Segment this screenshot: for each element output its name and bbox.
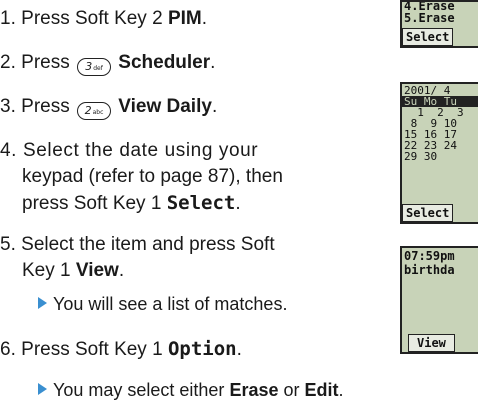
step-2: 2. Press 3def Scheduler. <box>0 50 215 76</box>
key-letters: def <box>93 65 103 72</box>
step-6: 6. Press Soft Key 1 Option. <box>0 336 242 363</box>
step-4-line-3: press Soft Key 1 Select. <box>22 190 241 217</box>
step-6-note: You may select either Erase or Edit. <box>38 378 344 402</box>
step-4-line-2: keypad (refer to page 87), then <box>22 166 283 187</box>
step-text: Key 1 <box>22 260 76 281</box>
softkey-select: Select <box>402 28 454 46</box>
phone-screen-menu: 4.Erase 5.Erase Select <box>400 0 478 48</box>
step-punct: . <box>235 193 241 214</box>
phone-screen-calendar: 2001/ 4 Su Mo Tu 1 2 3 8 9 10 15 16 17 2… <box>400 82 478 224</box>
step-text: press Soft Key 1 <box>22 193 167 214</box>
step-keyword: Option <box>167 338 237 360</box>
step-text: Press <box>21 52 75 73</box>
step-punct: . <box>211 96 218 117</box>
step-number: 1. <box>0 8 16 29</box>
bullet-arrow-icon <box>38 383 47 395</box>
step-number: 2. <box>0 52 16 73</box>
step-text: Press Soft Key 1 <box>21 339 168 360</box>
note-text: or <box>278 380 305 400</box>
key-2-icon: 2abc <box>77 102 111 120</box>
note-keyword: Erase <box>229 380 279 400</box>
step-5: 5. Select the item and press Soft <box>0 232 275 258</box>
key-digit: 2 <box>84 104 92 117</box>
softkey-bar: Select <box>402 204 478 222</box>
step-text: Select the date using your <box>22 140 259 161</box>
softkey-view: View <box>408 334 455 352</box>
calendar-week-row: 29 30 <box>404 150 438 163</box>
step-keyword: View <box>75 260 119 281</box>
softkey-bar: View <box>402 334 478 352</box>
step-number: 6. <box>0 339 16 360</box>
step-text: Press <box>21 96 75 117</box>
item-title: birthda <box>404 263 455 277</box>
phone-screen-item: 07:59pm birthda View <box>400 246 478 354</box>
note-keyword: Edit <box>304 380 339 400</box>
note-punct: . <box>338 380 344 400</box>
softkey-bar: Select <box>402 28 478 46</box>
item-time: 07:59pm <box>404 249 455 263</box>
step-4: 4. Select the date using your <box>0 138 258 164</box>
step-number: 3. <box>0 96 16 117</box>
key-3-icon: 3def <box>77 58 111 76</box>
menu-item: 5.Erase <box>404 11 455 25</box>
key-letters: abc <box>92 109 104 116</box>
step-punct: . <box>118 260 125 281</box>
step-text: Press Soft Key 2 <box>21 8 168 29</box>
step-1: 1. Press Soft Key 2 PIM. <box>0 6 207 32</box>
note-text: You may select either <box>53 380 230 400</box>
step-keyword: Select <box>166 192 236 214</box>
step-punct: . <box>236 339 242 360</box>
step-number: 5. <box>0 234 16 255</box>
step-5-line-2: Key 1 View. <box>22 258 124 284</box>
note-text: You will see a list of matches. <box>53 294 288 314</box>
softkey-select: Select <box>402 204 454 222</box>
step-3: 3. Press 2abc View Daily. <box>0 94 217 120</box>
step-keyword: Scheduler <box>118 52 211 73</box>
bullet-arrow-icon <box>38 297 47 309</box>
step-punct: . <box>210 52 216 73</box>
key-digit: 3 <box>85 60 93 73</box>
step-keyword: PIM <box>167 8 202 29</box>
step-number: 4. <box>0 140 18 161</box>
step-keyword: View Daily <box>118 96 212 117</box>
step-5-note: You will see a list of matches. <box>38 292 287 316</box>
step-punct: . <box>201 8 207 29</box>
step-text: Select the item and press Soft <box>21 234 275 255</box>
